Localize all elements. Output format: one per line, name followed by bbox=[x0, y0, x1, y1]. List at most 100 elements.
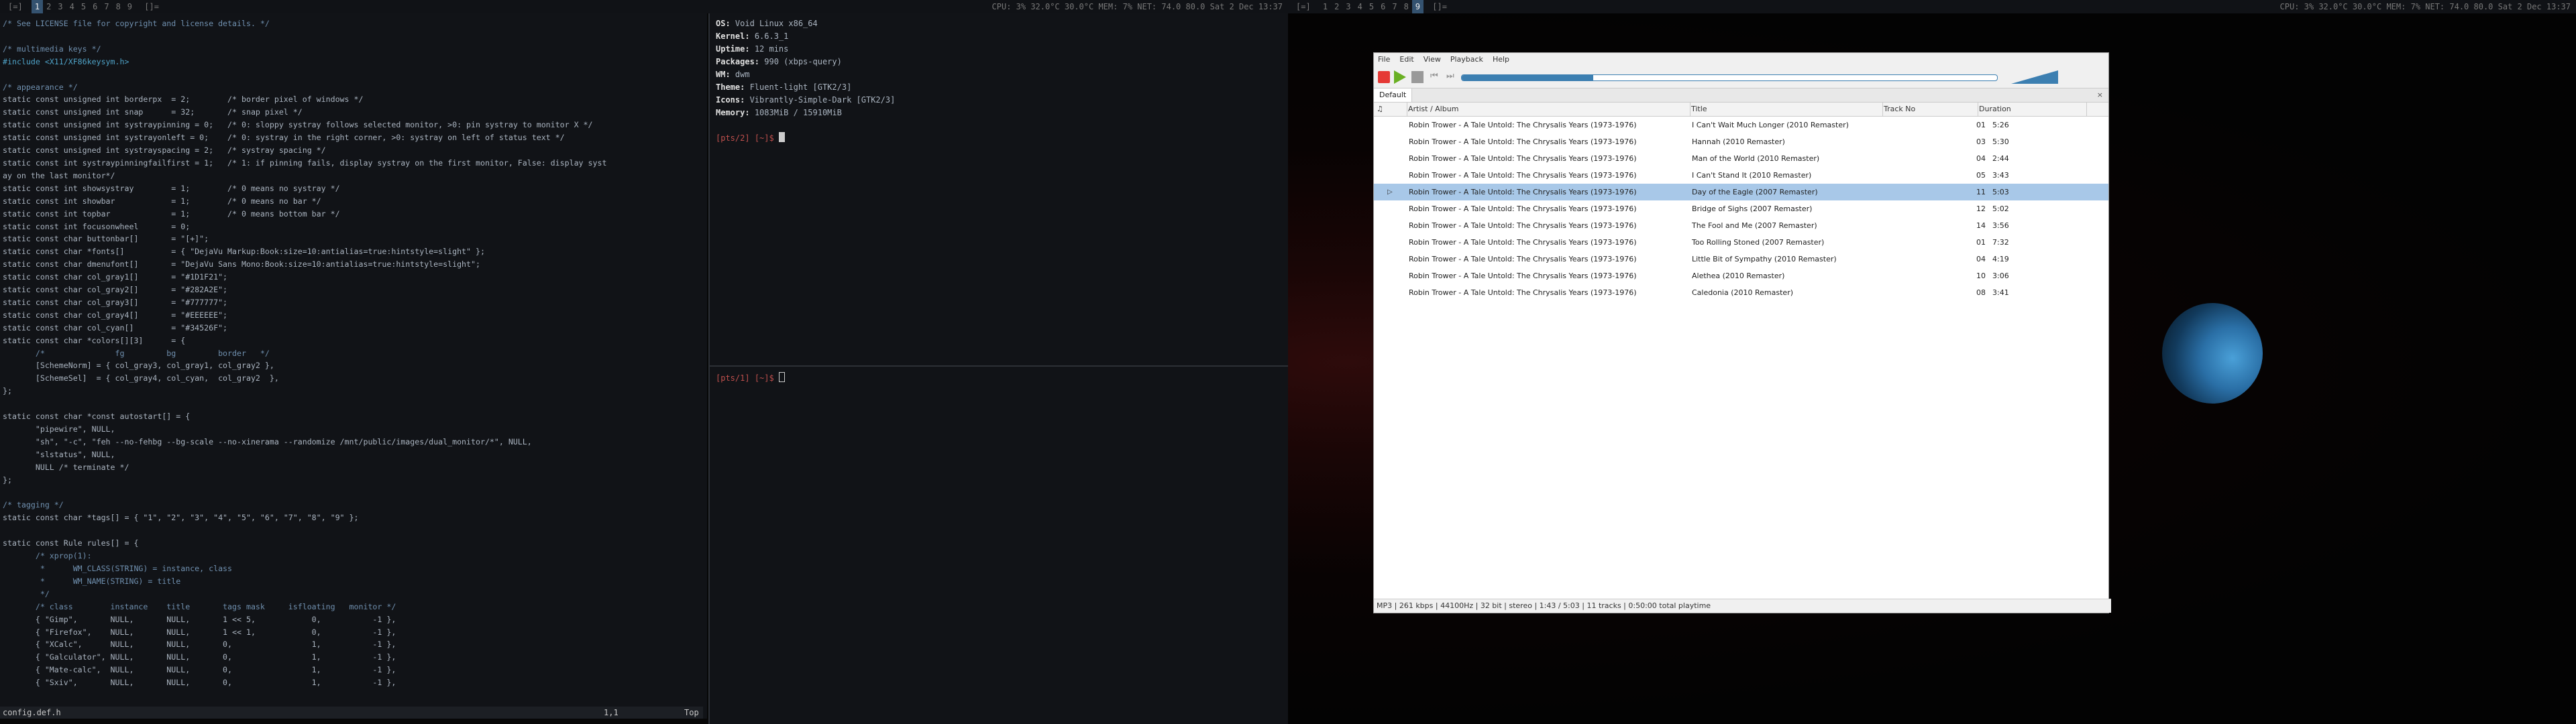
fetch-key: Theme bbox=[716, 82, 741, 92]
cell-artist: Robin Trower - A Tale Untold: The Chrysa… bbox=[1409, 204, 1637, 213]
cell-title: I Can't Wait Much Longer (2010 Remaster) bbox=[1692, 121, 1849, 129]
terminal-cursor bbox=[778, 132, 785, 142]
cell-title: Hannah (2010 Remaster) bbox=[1692, 137, 1785, 146]
editor-buffer[interactable]: /* See LICENSE file for copyright and li… bbox=[0, 13, 707, 689]
volume-icon bbox=[2011, 70, 2058, 84]
volume-slider[interactable] bbox=[2011, 70, 2058, 84]
cell-duration: 7:32 bbox=[1992, 238, 2009, 247]
column-title[interactable]: Title bbox=[1688, 103, 1883, 116]
fetch-key: OS bbox=[716, 19, 726, 28]
menu-file[interactable]: File bbox=[1378, 55, 1390, 64]
editor-line: /* class instance title tags mask isfloa… bbox=[3, 601, 396, 611]
fetch-value: Vibrantly-Simple-Dark [GTK2/3] bbox=[749, 95, 896, 105]
cell-duration: 2:44 bbox=[1992, 154, 2009, 163]
pause-icon[interactable] bbox=[1411, 71, 1424, 83]
fetch-key: Kernel bbox=[716, 32, 745, 41]
layout-symbol[interactable]: []= bbox=[140, 0, 163, 13]
stop-icon[interactable] bbox=[1378, 71, 1390, 83]
editor-line: static const char *tags[] = { "1", "2", … bbox=[3, 513, 359, 523]
fetch-terminal[interactable]: OS: Void Linux x86_64 Kernel: 6.6.3_1 Upti… bbox=[710, 13, 1288, 365]
column-track-no[interactable]: Track No bbox=[1881, 103, 1978, 116]
fetch-value: 12 mins bbox=[754, 44, 789, 54]
menu-edit[interactable]: Edit bbox=[1399, 55, 1413, 64]
column-duration[interactable]: Duration bbox=[1976, 103, 2087, 116]
cell-duration: 5:26 bbox=[1992, 121, 2009, 129]
tag-6[interactable]: 6 bbox=[89, 0, 101, 13]
editor-line: NULL /* terminate */ bbox=[3, 462, 129, 472]
table-row[interactable]: ▷ Robin Trower - A Tale Untold: The Chrys… bbox=[1374, 184, 2108, 200]
menu-view[interactable]: View bbox=[1424, 55, 1441, 64]
terminal-pts1[interactable]: [pts/1] [~]$ bbox=[710, 367, 1288, 724]
previous-icon[interactable]: ⏮ bbox=[1430, 71, 1444, 84]
play-icon[interactable] bbox=[1394, 70, 1406, 84]
vim-scroll-position: Top bbox=[684, 708, 699, 717]
tag-4[interactable]: 4 bbox=[1354, 0, 1366, 13]
tag-8[interactable]: 8 bbox=[113, 0, 124, 13]
terminal-prompt-line[interactable]: [pts/1] [~]$ bbox=[710, 367, 1288, 383]
fetch-prompt-line[interactable]: [pts/2] [~]$ bbox=[716, 132, 1288, 145]
tag-5[interactable]: 5 bbox=[1366, 0, 1377, 13]
tag-7[interactable]: 7 bbox=[101, 0, 112, 13]
tag-3[interactable]: 3 bbox=[1342, 0, 1354, 13]
cell-duration: 3:41 bbox=[1992, 288, 2009, 297]
fetch-key: Packages bbox=[716, 57, 755, 66]
menu-help[interactable]: Help bbox=[1493, 55, 1509, 64]
editor-line: static const int showsystray = 1; /* 0 m… bbox=[3, 183, 340, 193]
column-playing[interactable]: ♫ bbox=[1374, 103, 1407, 116]
tag-2[interactable]: 2 bbox=[1331, 0, 1342, 13]
tag-9[interactable]: 9 bbox=[1411, 0, 1424, 13]
fetch-value: 990 (xbps-query) bbox=[764, 57, 842, 66]
editor-line: { "Sxiv", NULL, NULL, 0, 1, -1 }, bbox=[3, 678, 396, 688]
table-row[interactable]: Robin Trower - A Tale Untold: The Chrysa… bbox=[1374, 150, 2108, 167]
fetch-key: WM bbox=[716, 70, 726, 79]
tag-1[interactable]: 1 bbox=[31, 0, 44, 13]
top-bar-left: [=] 123456789 []= CPU: 3% 32.0°C 30.0°C … bbox=[0, 0, 1288, 13]
table-row[interactable]: Robin Trower - A Tale Untold: The Chrysa… bbox=[1374, 267, 2108, 284]
tag-1[interactable]: 1 bbox=[1320, 0, 1331, 13]
tag-8[interactable]: 8 bbox=[1401, 0, 1412, 13]
editor-line: static const char col_gray2[] = "#282A2E… bbox=[3, 285, 228, 295]
table-row[interactable]: Robin Trower - A Tale Untold: The Chrysa… bbox=[1374, 217, 2108, 234]
tab-close-icon[interactable]: × bbox=[2097, 88, 2103, 102]
editor-line: static const unsigned int systraypinning… bbox=[3, 120, 593, 130]
table-row[interactable]: Robin Trower - A Tale Untold: The Chrysa… bbox=[1374, 251, 2108, 267]
tag-5[interactable]: 5 bbox=[78, 0, 89, 13]
tag-2[interactable]: 2 bbox=[43, 0, 54, 13]
cell-duration: 5:30 bbox=[1992, 137, 2009, 146]
fetch-row: OS: Void Linux x86_64 bbox=[716, 19, 818, 28]
column-artist-album[interactable]: Artist / Album bbox=[1405, 103, 1690, 116]
table-row[interactable]: Robin Trower - A Tale Untold: The Chrysa… bbox=[1374, 284, 2108, 301]
editor-line: [SchemeNorm] = { col_gray3, col_gray1, c… bbox=[3, 361, 274, 371]
table-row[interactable]: Robin Trower - A Tale Untold: The Chrysa… bbox=[1374, 200, 2108, 217]
next-icon[interactable]: ⏭ bbox=[1446, 71, 1460, 84]
editor-line: static const char *const autostart[] = { bbox=[3, 412, 191, 422]
tag-6[interactable]: 6 bbox=[1377, 0, 1389, 13]
cell-title: Day of the Eagle (2007 Remaster) bbox=[1692, 188, 1818, 196]
editor-line: "sh", "-c", "feh --no-fehbg --bg-scale -… bbox=[3, 436, 532, 446]
table-row[interactable]: Robin Trower - A Tale Untold: The Chrysa… bbox=[1374, 117, 2108, 133]
table-row[interactable]: Robin Trower - A Tale Untold: The Chrysa… bbox=[1374, 133, 2108, 150]
prompt-dir: [~]$ bbox=[754, 373, 774, 383]
table-row[interactable]: Robin Trower - A Tale Untold: The Chrysa… bbox=[1374, 234, 2108, 251]
tag-4[interactable]: 4 bbox=[66, 0, 78, 13]
editor-line: * WM_NAME(STRING) = title bbox=[3, 576, 181, 586]
menu-playback[interactable]: Playback bbox=[1450, 55, 1483, 64]
seekbar[interactable] bbox=[1461, 74, 1998, 81]
cell-artist: Robin Trower - A Tale Untold: The Chrysa… bbox=[1409, 171, 1637, 180]
tag-9[interactable]: 9 bbox=[124, 0, 136, 13]
music-player-window[interactable]: File Edit View Playback Help ⏮ ⏭ Default × ♫… bbox=[1373, 52, 2111, 613]
tag-7[interactable]: 7 bbox=[1389, 0, 1400, 13]
tag-3[interactable]: 3 bbox=[54, 0, 66, 13]
layout-symbol[interactable]: []= bbox=[1428, 0, 1451, 13]
table-row[interactable]: Robin Trower - A Tale Untold: The Chrysa… bbox=[1374, 167, 2108, 184]
cell-artist: Robin Trower - A Tale Untold: The Chrysa… bbox=[1409, 188, 1637, 196]
editor-line: /* xprop(1): bbox=[3, 551, 92, 561]
playlist: Robin Trower - A Tale Untold: The Chrysa… bbox=[1374, 117, 2108, 301]
fetch-key: Uptime bbox=[716, 44, 745, 54]
vim-editor[interactable]: /* See LICENSE file for copyright and li… bbox=[0, 13, 707, 719]
tab-default[interactable]: Default bbox=[1374, 88, 1413, 102]
player-statusbar: MP3 | 261 kbps | 44100Hz | 32 bit | ster… bbox=[1374, 599, 2111, 613]
